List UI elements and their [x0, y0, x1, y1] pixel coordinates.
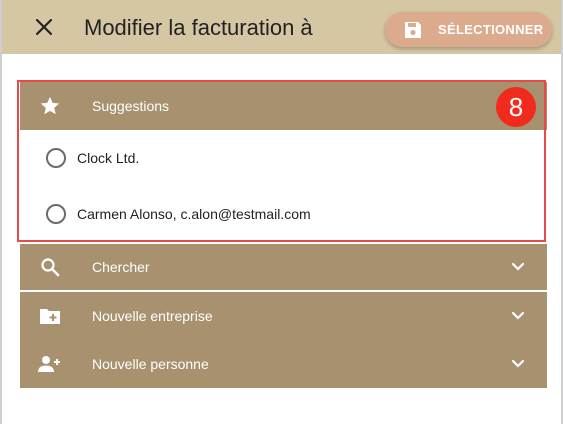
search-panel[interactable]: Chercher: [20, 244, 547, 290]
new-person-label: Nouvelle personne: [92, 356, 209, 372]
dialog-title: Modifier la facturation à: [84, 15, 313, 40]
save-icon: [402, 19, 424, 41]
select-button-label: SÉLECTIONNER: [438, 22, 544, 37]
select-button[interactable]: SÉLECTIONNER: [385, 12, 552, 47]
add-folder-icon: [38, 304, 62, 328]
chevron-down-icon: [509, 355, 527, 373]
search-label: Chercher: [92, 259, 150, 275]
dialog-header: Modifier la facturation à SÉLECTIONNER: [2, 0, 561, 54]
add-person-icon: [38, 352, 62, 376]
search-icon: [38, 255, 62, 279]
close-icon: [35, 18, 53, 36]
star-icon: [38, 94, 62, 118]
annotation-badge: 8: [496, 87, 536, 127]
chevron-down-icon: [509, 258, 527, 276]
option-label: Carmen Alonso, c.alon@testmail.com: [77, 206, 311, 222]
new-company-panel[interactable]: Nouvelle entreprise: [20, 292, 547, 340]
suggestions-header[interactable]: Suggestions: [20, 82, 547, 130]
option-clock-ltd[interactable]: Clock Ltd.: [46, 146, 139, 170]
new-company-label: Nouvelle entreprise: [92, 308, 213, 324]
suggestions-label: Suggestions: [92, 98, 170, 114]
option-label: Clock Ltd.: [77, 150, 140, 166]
chevron-down-icon: [509, 307, 527, 325]
radio-button[interactable]: [46, 148, 66, 168]
suggestions-list: Clock Ltd. Carmen Alonso, c.alon@testmai…: [20, 130, 547, 241]
close-button[interactable]: [30, 13, 58, 41]
billing-dialog: Modifier la facturation à SÉLECTIONNER S…: [0, 0, 563, 424]
radio-button[interactable]: [46, 204, 66, 224]
option-carmen-alonso[interactable]: Carmen Alonso, c.alon@testmail.com: [46, 202, 311, 226]
new-person-panel[interactable]: Nouvelle personne: [20, 340, 547, 388]
